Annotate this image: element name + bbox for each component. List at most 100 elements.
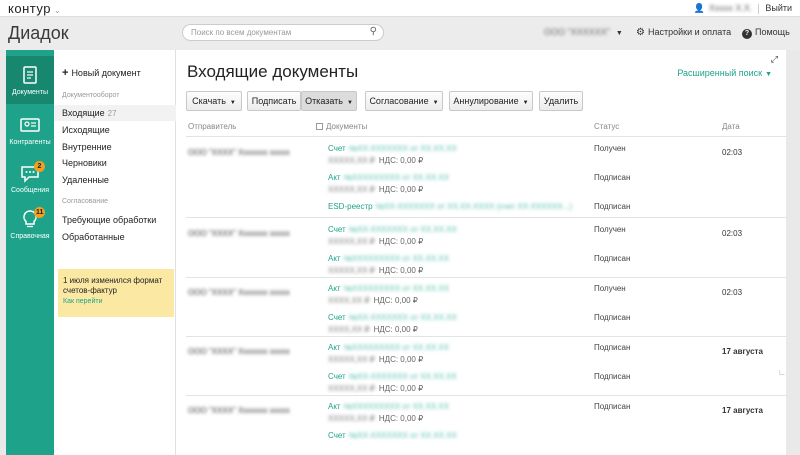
document-number: №ХХ-ХХХХХХХ от ХХ.ХХ.ХХ — [348, 144, 457, 153]
document-amounts: ХХХХХ,ХХ ₽ НДС: 0,00 ₽ — [328, 266, 608, 275]
document-amount: ХХХХХ,ХХ ₽ — [328, 266, 375, 275]
document-row[interactable]: Счет №ХХ-ХХХХХХХ от ХХ.ХХ.ХХ — [328, 431, 608, 440]
document-link[interactable]: Счет №ХХ-ХХХХХХХ от ХХ.ХХ.ХХ — [328, 431, 608, 440]
document-number: №ХХ-ХХХХХХХ от ХХ.ХХ.ХХ — [348, 225, 457, 234]
document-amount: ХХХХХ,ХХ ₽ — [328, 156, 375, 165]
resize-handle[interactable]: ∟ — [778, 368, 786, 377]
document-amount: ХХХХХ,ХХ ₽ — [328, 355, 375, 364]
document-link[interactable]: Акт №ХХХХХХХХХ от ХХ.ХХ.ХХ — [328, 173, 608, 182]
document-date: 02:03 — [722, 148, 743, 157]
document-number: №ХХХХХХХХХ от ХХ.ХХ.ХХ — [343, 284, 450, 293]
document-link[interactable]: Акт №ХХХХХХХХХ от ХХ.ХХ.ХХ — [328, 284, 608, 293]
document-link[interactable]: Счет №ХХ-ХХХХХХХ от ХХ.ХХ.ХХ — [328, 225, 608, 234]
document-row[interactable]: Акт №ХХХХХХХХХ от ХХ.ХХ.ХХ ХХХХ,ХХ ₽ НДС: 0… — [328, 284, 608, 305]
help-icon: ? — [742, 29, 752, 39]
document-group[interactable]: ООО "ХХХХ" Ххххххх ххххх 17 августа Акт №ХХ… — [176, 337, 786, 397]
notice-text: 1 июля изменился формат счетов-фактур — [63, 276, 163, 295]
document-link[interactable]: Акт №ХХХХХХХХХ от ХХ.ХХ.ХХ — [328, 343, 608, 352]
document-row[interactable]: Счет №ХХ-ХХХХХХХ от ХХ.ХХ.ХХ ХХХХХ,ХХ ₽ НДС… — [328, 372, 608, 393]
settings-link[interactable]: ⚙ Настройки и оплата — [636, 27, 731, 38]
chevron-down-icon: ⌄ — [53, 6, 62, 15]
document-vat: НДС: 0,00 ₽ — [373, 296, 418, 305]
user-name[interactable]: Ххххх Х.Х. — [709, 3, 753, 13]
document-row[interactable]: Акт №ХХХХХХХХХ от ХХ.ХХ.ХХ ХХХХХ,ХХ ₽ НДС: … — [328, 343, 608, 364]
document-vat: НДС: 0,00 ₽ — [378, 384, 424, 393]
advanced-search-link[interactable]: Расширенный поиск ▼ — [677, 68, 772, 78]
document-row[interactable]: Акт №ХХХХХХХХХ от ХХ.ХХ.ХХ ХХХХХ,ХХ ₽ НДС: … — [328, 402, 608, 423]
document-type: Акт — [328, 284, 341, 293]
app-header: Диадок Поиск по всем документам ⚲ ООО "Х… — [0, 17, 800, 50]
reject-button[interactable]: Отказать ▼ — [301, 91, 357, 111]
document-link[interactable]: Счет №ХХ-ХХХХХХХ от ХХ.ХХ.ХХ — [328, 372, 608, 381]
document-row[interactable]: Счет №ХХ-ХХХХХХХ от ХХ.ХХ.ХХ ХХХХ,ХХ ₽ НДС:… — [328, 313, 608, 334]
document-row[interactable]: Акт №ХХХХХХХХХ от ХХ.ХХ.ХХ ХХХХХ,ХХ ₽ НДС: … — [328, 254, 608, 275]
delete-button[interactable]: Удалить — [539, 91, 583, 111]
document-link[interactable]: Счет №ХХ-ХХХХХХХ от ХХ.ХХ.ХХ — [328, 144, 608, 153]
logout-link[interactable]: Выйти — [765, 3, 792, 13]
document-link[interactable]: Счет №ХХ-ХХХХХХХ от ХХ.ХХ.ХХ — [328, 313, 608, 322]
document-status: Получен — [594, 225, 626, 234]
help-link[interactable]: ? Помощь — [742, 27, 790, 39]
annul-button[interactable]: Аннулирование ▼ — [449, 91, 533, 111]
nav-needs-processing[interactable]: Требующие обработки — [62, 215, 156, 225]
nav-incoming[interactable]: Входящие 27 — [62, 108, 117, 118]
sign-button[interactable]: Подписать — [247, 91, 301, 111]
kontur-logo[interactable]: контур ⌄ — [8, 1, 61, 16]
sender-name[interactable]: ООО "ХХХХ" Ххххххх ххххх — [188, 229, 290, 238]
user-icon: 👤 — [693, 3, 705, 13]
expand-icon[interactable]: ⤢ — [771, 54, 778, 65]
nav-deleted[interactable]: Удаленные — [62, 175, 109, 185]
document-group[interactable]: ООО "ХХХХ" Ххххххх ххххх 17 августа Акт №ХХ… — [176, 396, 786, 455]
new-document-button[interactable]: + Новый документ — [62, 67, 141, 79]
rail-label: Сообщения — [11, 187, 49, 194]
select-all-checkbox[interactable] — [316, 123, 323, 130]
document-link[interactable]: ESD-реестр №ХХ-ХХХХХХХ от ХХ.ХХ.ХХХХ (сче… — [328, 202, 608, 211]
nav-processed[interactable]: Обработанные — [62, 232, 125, 242]
document-group[interactable]: ООО "ХХХХ" Ххххххх ххххх 02:03 Счет №ХХ-ХХХ… — [176, 219, 786, 279]
document-group[interactable]: ООО "ХХХХ" Ххххххх ххххх 02:03 Акт №ХХХХХХХ… — [176, 278, 786, 338]
chevron-down-icon: ▼ — [432, 100, 439, 106]
document-amounts: ХХХХ,ХХ ₽ НДС: 0,00 ₽ — [328, 325, 608, 334]
sidebar: + Новый документ Документооборот Входящие… — [54, 50, 176, 455]
search-icon[interactable]: ⚲ — [370, 26, 377, 37]
notice-banner: 1 июля изменился формат счетов-фактур Ка… — [58, 269, 174, 317]
advanced-search-label: Расширенный поиск — [677, 68, 763, 78]
sender-name[interactable]: ООО "ХХХХ" Ххххххх ххххх — [188, 406, 290, 415]
search-input[interactable]: Поиск по всем документам ⚲ — [182, 24, 384, 41]
rail-item-documents[interactable]: Документы — [6, 56, 54, 104]
document-row[interactable]: Счет №ХХ-ХХХХХХХ от ХХ.ХХ.ХХ ХХХХХ,ХХ ₽ НДС… — [328, 144, 608, 165]
rail-item-messages[interactable]: 2 Сообщения — [6, 154, 54, 202]
nav-outgoing[interactable]: Исходящие — [62, 125, 110, 135]
document-status: Подписан — [594, 343, 631, 352]
chevron-down-icon: ▼ — [522, 100, 529, 106]
nav-drafts[interactable]: Черновики — [62, 158, 107, 168]
document-number: №ХХ-ХХХХХХХ от ХХ.ХХ.ХХ — [348, 313, 457, 322]
sender-name[interactable]: ООО "ХХХХ" Ххххххх ххххх — [188, 288, 290, 297]
left-rail: Документы Контрагенты 2 Сообщения 11 Спр… — [6, 50, 54, 455]
reject-label: Отказать — [305, 96, 343, 106]
document-date: 02:03 — [722, 229, 743, 238]
nav-internal[interactable]: Внутренние — [62, 142, 112, 152]
chevron-down-icon: ▼ — [346, 100, 353, 106]
sender-name[interactable]: ООО "ХХХХ" Ххххххх ххххх — [188, 148, 290, 157]
document-number: №ХХХХХХХХХ от ХХ.ХХ.ХХ — [343, 343, 450, 352]
app-title[interactable]: Диадок — [8, 23, 69, 44]
document-type: Акт — [328, 402, 341, 411]
rail-item-help[interactable]: 11 Справочная — [6, 200, 54, 248]
rail-item-contacts[interactable]: Контрагенты — [6, 106, 54, 154]
notice-link[interactable]: Как перейти — [63, 298, 169, 305]
document-vat: НДС: 0,00 ₽ — [378, 355, 424, 364]
download-button[interactable]: Скачать ▼ — [186, 91, 242, 111]
document-link[interactable]: Акт №ХХХХХХХХХ от ХХ.ХХ.ХХ — [328, 402, 608, 411]
organization-selector[interactable]: ООО "ХХХХХХ" ▼ — [544, 27, 623, 37]
document-vat: НДС: 0,00 ₽ — [378, 156, 424, 165]
sender-name[interactable]: ООО "ХХХХ" Ххххххх ххххх — [188, 347, 290, 356]
divider — [186, 136, 786, 137]
document-row[interactable]: ESD-реестр №ХХ-ХХХХХХХ от ХХ.ХХ.ХХХХ (сче… — [328, 202, 608, 211]
approval-button[interactable]: Согласование ▼ — [365, 91, 443, 111]
document-link[interactable]: Акт №ХХХХХХХХХ от ХХ.ХХ.ХХ — [328, 254, 608, 263]
document-amounts: ХХХХ,ХХ ₽ НДС: 0,00 ₽ — [328, 296, 608, 305]
document-group[interactable]: ООО "ХХХХ" Ххххххх ххххх 02:03 Счет №ХХ-ХХХ… — [176, 138, 786, 218]
document-row[interactable]: Счет №ХХ-ХХХХХХХ от ХХ.ХХ.ХХ ХХХХХ,ХХ ₽ НДС… — [328, 225, 608, 246]
document-row[interactable]: Акт №ХХХХХХХХХ от ХХ.ХХ.ХХ ХХХХХ,ХХ ₽ НДС: … — [328, 173, 608, 194]
